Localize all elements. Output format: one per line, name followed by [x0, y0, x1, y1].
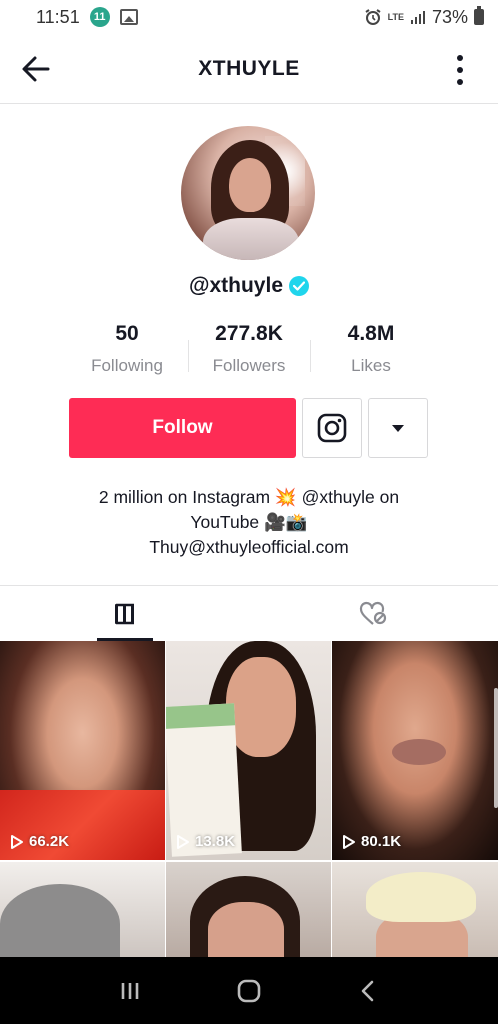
verified-badge-icon — [289, 276, 309, 296]
stat-followers[interactable]: 277.8K Followers — [188, 322, 310, 376]
home-icon — [237, 979, 261, 1002]
bio-email-link[interactable]: Thuy@xthuyleofficial.com — [40, 535, 458, 560]
stat-value: 277.8K — [215, 322, 283, 345]
bio-line: YouTube 🎥📸 — [190, 512, 308, 532]
view-count-value: 13.8K — [195, 833, 236, 850]
system-nav-bar — [0, 957, 498, 1024]
stat-following[interactable]: 50 Following — [66, 322, 188, 376]
instagram-icon — [317, 413, 347, 443]
profile-bio: 2 million on Instagram 💥 @xthuyle on You… — [40, 485, 458, 560]
tab-liked[interactable] — [249, 586, 498, 641]
play-icon — [177, 834, 189, 849]
home-button[interactable] — [229, 971, 269, 1011]
stat-label: Following — [91, 356, 163, 375]
dot-icon — [457, 79, 463, 85]
scrollbar[interactable] — [494, 688, 498, 808]
video-thumbnail[interactable] — [166, 862, 331, 957]
liked-heart-icon — [359, 601, 386, 625]
play-icon — [343, 834, 355, 849]
view-count-value: 66.2K — [29, 833, 70, 850]
status-time: 11:51 — [36, 6, 80, 27]
video-thumbnail[interactable]: 80.1K — [332, 641, 498, 860]
username: @xthuyle — [189, 274, 283, 297]
video-thumbnail[interactable] — [332, 862, 498, 957]
thumbnail-headband — [366, 872, 476, 922]
calendar-app-icon: 11 — [89, 7, 110, 27]
video-thumbnail[interactable] — [0, 862, 165, 957]
stat-likes: 4.8M Likes — [310, 322, 432, 376]
suggested-accounts-button[interactable] — [368, 398, 428, 458]
signal-icon — [410, 11, 425, 24]
profile-header: XTHUYLE — [0, 34, 498, 104]
grid-lines-icon — [115, 603, 134, 624]
gallery-icon — [119, 9, 138, 25]
bio-line: 2 million on Instagram 💥 @xthuyle on — [98, 487, 400, 507]
recent-apps-icon — [121, 982, 138, 999]
caret-down-icon — [392, 424, 404, 432]
video-thumbnail[interactable]: 13.8K — [166, 641, 331, 860]
video-thumbnail[interactable]: 66.2K — [0, 641, 165, 860]
view-count: 13.8K — [176, 833, 235, 850]
status-bar: 11:51 11 LTE 73% — [0, 0, 498, 34]
page-title: XTHUYLE — [198, 56, 300, 80]
tab-videos[interactable] — [0, 586, 249, 641]
profile-tabs — [0, 585, 498, 641]
recent-apps-button[interactable] — [110, 971, 150, 1011]
dot-icon — [457, 55, 463, 61]
username-row: @xthuyle — [0, 274, 498, 298]
alarm-icon — [365, 9, 381, 25]
avatar[interactable] — [181, 126, 315, 260]
stat-value: 4.8M — [347, 322, 395, 345]
instagram-button[interactable] — [302, 398, 362, 458]
thumbnail-face — [226, 657, 296, 757]
more-options-button[interactable] — [446, 55, 474, 85]
view-count: 80.1K — [342, 833, 401, 850]
avatar-face — [229, 158, 271, 212]
chevron-left-icon — [362, 980, 374, 1001]
avatar-body — [203, 218, 299, 260]
stat-label: Likes — [351, 356, 391, 375]
stat-label: Followers — [212, 356, 286, 375]
back-button[interactable] — [20, 54, 52, 84]
arrow-left-icon — [22, 56, 50, 82]
battery-percent: 73% — [431, 6, 468, 27]
thumbnail-hair — [0, 884, 120, 957]
battery-icon — [474, 6, 484, 25]
view-count: 66.2K — [10, 833, 69, 850]
play-icon — [11, 834, 23, 849]
profile-stats: 50 Following 277.8K Followers 4.8M Likes — [66, 322, 432, 376]
thumbnail-face — [208, 902, 284, 957]
stat-value: 50 — [115, 322, 139, 345]
system-back-button[interactable] — [348, 971, 388, 1011]
video-grid: 66.2K 13.8K 80.1K — [0, 641, 498, 957]
network-label: LTE — [387, 12, 404, 22]
thumbnail-lips — [392, 739, 446, 765]
dot-icon — [457, 67, 463, 73]
follow-button[interactable]: Follow — [69, 398, 296, 458]
view-count-value: 80.1K — [361, 833, 402, 850]
